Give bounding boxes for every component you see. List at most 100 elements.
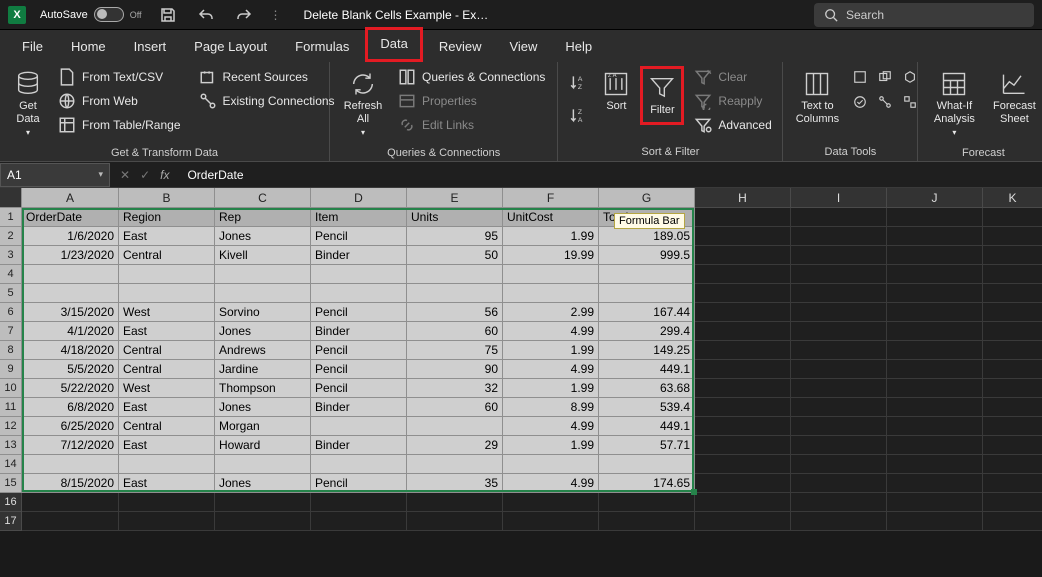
column-header-G[interactable]: G bbox=[599, 188, 695, 208]
cell[interactable] bbox=[695, 455, 791, 474]
cell[interactable]: 189.05 bbox=[599, 227, 695, 246]
cell[interactable]: 60 bbox=[407, 398, 503, 417]
cell[interactable] bbox=[695, 474, 791, 493]
cell[interactable]: 449.1 bbox=[599, 417, 695, 436]
cell[interactable] bbox=[887, 227, 983, 246]
cell[interactable] bbox=[887, 360, 983, 379]
cell[interactable]: 3/15/2020 bbox=[22, 303, 119, 322]
cell[interactable] bbox=[503, 455, 599, 474]
cell[interactable] bbox=[599, 455, 695, 474]
cell[interactable] bbox=[887, 265, 983, 284]
advanced-filter-button[interactable]: Advanced bbox=[690, 114, 775, 136]
cell[interactable]: 149.25 bbox=[599, 341, 695, 360]
cell[interactable]: 8/15/2020 bbox=[22, 474, 119, 493]
search-input[interactable]: Search bbox=[814, 3, 1034, 27]
cell[interactable]: 7/12/2020 bbox=[22, 436, 119, 455]
sort-button[interactable]: Z A Sort bbox=[598, 66, 634, 117]
tab-file[interactable]: File bbox=[10, 33, 55, 62]
cell[interactable] bbox=[22, 265, 119, 284]
cell[interactable]: 449.1 bbox=[599, 360, 695, 379]
cell[interactable]: 63.68 bbox=[599, 379, 695, 398]
cell[interactable]: 1/23/2020 bbox=[22, 246, 119, 265]
cell[interactable] bbox=[695, 341, 791, 360]
row-header-15[interactable]: 15 bbox=[0, 474, 22, 493]
cell[interactable] bbox=[887, 417, 983, 436]
row-header-6[interactable]: 6 bbox=[0, 303, 22, 322]
cell[interactable] bbox=[887, 284, 983, 303]
undo-icon[interactable] bbox=[194, 3, 218, 27]
cell[interactable]: Sorvino bbox=[215, 303, 311, 322]
cell[interactable] bbox=[983, 474, 1042, 493]
tab-page-layout[interactable]: Page Layout bbox=[182, 33, 279, 62]
cell[interactable]: Item bbox=[311, 208, 407, 227]
remove-duplicates-button[interactable] bbox=[874, 66, 896, 88]
cell[interactable]: 19.99 bbox=[503, 246, 599, 265]
cell[interactable] bbox=[695, 493, 791, 512]
text-to-columns-button[interactable]: Text to Columns bbox=[791, 66, 843, 130]
cell[interactable] bbox=[887, 303, 983, 322]
cell[interactable] bbox=[311, 493, 407, 512]
cell[interactable]: 75 bbox=[407, 341, 503, 360]
cell[interactable]: 1.99 bbox=[503, 436, 599, 455]
cell[interactable] bbox=[311, 265, 407, 284]
cell[interactable]: UnitCost bbox=[503, 208, 599, 227]
recent-sources-button[interactable]: Recent Sources bbox=[195, 66, 339, 88]
cell[interactable]: 4/18/2020 bbox=[22, 341, 119, 360]
row-header-17[interactable]: 17 bbox=[0, 512, 22, 531]
column-header-K[interactable]: K bbox=[983, 188, 1042, 208]
cell[interactable] bbox=[791, 512, 887, 531]
column-header-E[interactable]: E bbox=[407, 188, 503, 208]
column-header-I[interactable]: I bbox=[791, 188, 887, 208]
cell[interactable] bbox=[695, 322, 791, 341]
cell[interactable] bbox=[791, 322, 887, 341]
sort-za-button[interactable]: ZA bbox=[566, 104, 592, 126]
cell[interactable]: 4.99 bbox=[503, 322, 599, 341]
cell[interactable] bbox=[695, 379, 791, 398]
cell[interactable]: 6/25/2020 bbox=[22, 417, 119, 436]
cell[interactable] bbox=[119, 265, 215, 284]
tab-home[interactable]: Home bbox=[59, 33, 118, 62]
cell[interactable] bbox=[887, 322, 983, 341]
cell[interactable] bbox=[215, 512, 311, 531]
cell[interactable]: 90 bbox=[407, 360, 503, 379]
cell[interactable]: 174.65 bbox=[599, 474, 695, 493]
from-text-csv-button[interactable]: From Text/CSV bbox=[54, 66, 185, 88]
cell[interactable] bbox=[983, 398, 1042, 417]
sort-az-button[interactable]: AZ bbox=[566, 71, 592, 93]
row-header-3[interactable]: 3 bbox=[0, 246, 22, 265]
cell[interactable] bbox=[983, 436, 1042, 455]
formula-input[interactable]: OrderDate bbox=[179, 168, 1042, 182]
cell[interactable]: Jones bbox=[215, 398, 311, 417]
cell[interactable]: 95 bbox=[407, 227, 503, 246]
row-header-14[interactable]: 14 bbox=[0, 455, 22, 474]
row-header-9[interactable]: 9 bbox=[0, 360, 22, 379]
cell[interactable]: 35 bbox=[407, 474, 503, 493]
cell[interactable] bbox=[695, 436, 791, 455]
cell[interactable]: Binder bbox=[311, 398, 407, 417]
cell[interactable]: Central bbox=[119, 246, 215, 265]
tab-formulas[interactable]: Formulas bbox=[283, 33, 361, 62]
cell[interactable] bbox=[791, 436, 887, 455]
cell[interactable] bbox=[695, 417, 791, 436]
cell[interactable]: Binder bbox=[311, 436, 407, 455]
tab-insert[interactable]: Insert bbox=[122, 33, 179, 62]
cell[interactable] bbox=[215, 493, 311, 512]
cell[interactable] bbox=[22, 493, 119, 512]
cell[interactable] bbox=[215, 455, 311, 474]
cell[interactable]: Andrews bbox=[215, 341, 311, 360]
cell[interactable] bbox=[119, 512, 215, 531]
cell[interactable] bbox=[695, 360, 791, 379]
cell[interactable] bbox=[791, 474, 887, 493]
cell[interactable]: Jones bbox=[215, 474, 311, 493]
filter-button[interactable]: Filter bbox=[644, 70, 680, 121]
row-header-10[interactable]: 10 bbox=[0, 379, 22, 398]
cell[interactable]: 4.99 bbox=[503, 417, 599, 436]
cell[interactable]: East bbox=[119, 322, 215, 341]
cell[interactable] bbox=[887, 379, 983, 398]
cell[interactable] bbox=[983, 379, 1042, 398]
existing-connections-button[interactable]: Existing Connections bbox=[195, 90, 339, 112]
cell[interactable]: Kivell bbox=[215, 246, 311, 265]
cell[interactable]: East bbox=[119, 227, 215, 246]
row-header-16[interactable]: 16 bbox=[0, 493, 22, 512]
cell[interactable] bbox=[311, 284, 407, 303]
